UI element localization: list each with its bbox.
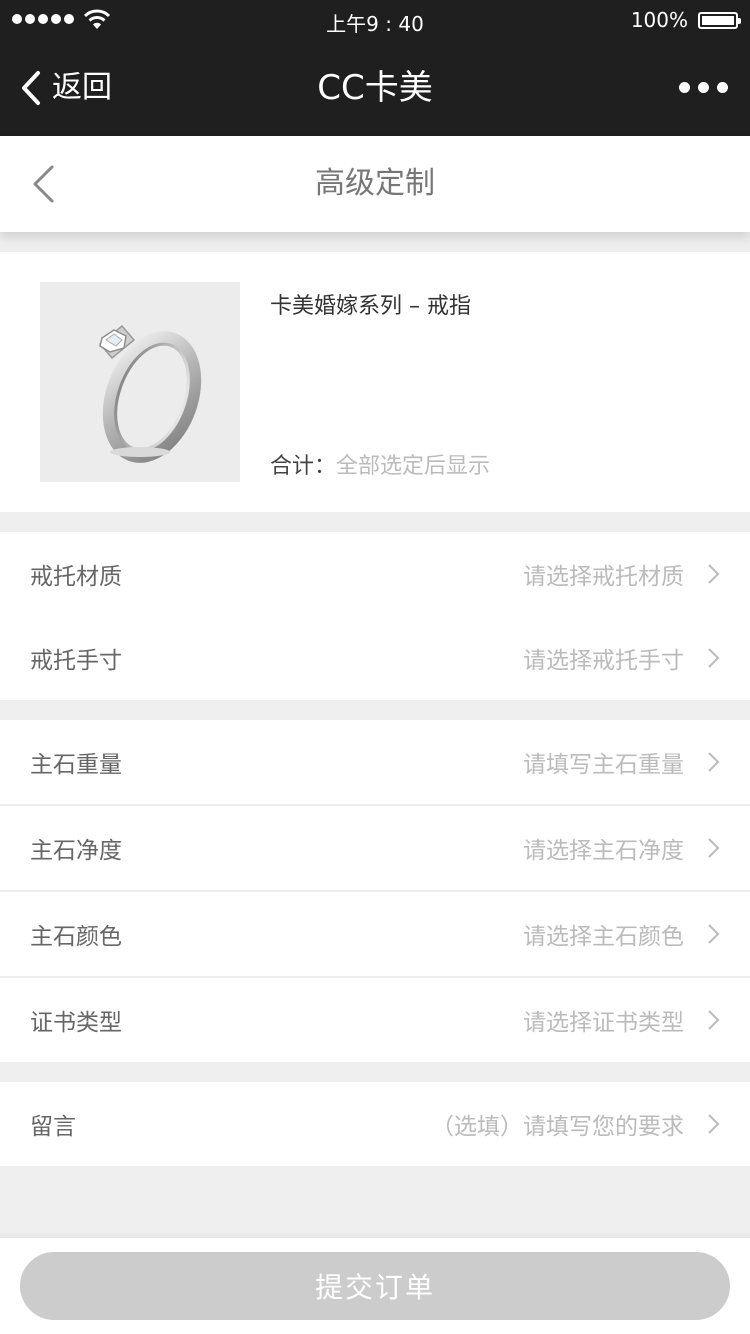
ring-image — [98, 324, 202, 463]
chevron-right-icon — [708, 648, 720, 668]
chevron-right-icon — [708, 752, 720, 772]
message-group: 留言 （选填）请填写您的要求 — [0, 1082, 750, 1166]
option-placeholder: （选填）请填写您的要求 — [431, 1114, 684, 1140]
option-label: 主石颜色 — [30, 924, 122, 950]
chevron-right-icon — [708, 1010, 720, 1030]
option-row-stone-clarity[interactable]: 主石净度 请选择主石净度 — [0, 806, 750, 892]
option-row-stone-weight[interactable]: 主石重量 请填写主石重量 — [0, 720, 750, 806]
option-label: 戒托手寸 — [30, 648, 122, 674]
more-options-icon[interactable] — [679, 82, 728, 93]
product-card: 卡美婚嫁系列 – 戒指 合计：全部选定后显示 — [0, 252, 750, 512]
chevron-right-icon — [708, 1114, 720, 1134]
option-label: 戒托材质 — [30, 564, 122, 590]
battery-icon — [698, 12, 741, 29]
option-placeholder: 请选择戒托手寸 — [523, 648, 684, 674]
option-label: 主石重量 — [30, 752, 122, 778]
stone-options-group: 主石重量 请填写主石重量 主石净度 请选择主石净度 主石颜色 请选择主石颜色 证… — [0, 720, 750, 1062]
total-value: 全部选定后显示 — [336, 454, 491, 479]
option-placeholder: 请填写主石重量 — [523, 752, 684, 778]
option-label: 留言 — [30, 1114, 76, 1140]
option-row-message[interactable]: 留言 （选填）请填写您的要求 — [0, 1082, 750, 1166]
option-row-setting-material[interactable]: 戒托材质 请选择戒托材质 — [0, 532, 750, 616]
option-row-stone-color[interactable]: 主石颜色 请选择主石颜色 — [0, 892, 750, 978]
option-placeholder: 请选择主石净度 — [523, 838, 684, 864]
option-row-certificate-type[interactable]: 证书类型 请选择证书类型 — [0, 978, 750, 1062]
nav-title: CC卡美 — [317, 68, 433, 108]
page-title: 高级定制 — [315, 166, 435, 201]
chevron-right-icon — [708, 924, 720, 944]
option-row-ring-size[interactable]: 戒托手寸 请选择戒托手寸 — [0, 616, 750, 700]
product-image — [40, 282, 240, 482]
status-bar: 上午9 : 40 100% — [0, 0, 750, 40]
product-name: 卡美婚嫁系列 – 戒指 — [270, 294, 471, 319]
submit-order-button[interactable]: 提交订单 — [20, 1252, 730, 1320]
total-label: 合计： — [270, 454, 337, 479]
setting-options-group: 戒托材质 请选择戒托材质 戒托手寸 请选择戒托手寸 — [0, 532, 750, 700]
option-label: 主石净度 — [30, 838, 122, 864]
product-total: 合计：全部选定后显示 — [270, 448, 490, 480]
page-header: 高级定制 — [0, 136, 750, 232]
option-placeholder: 请选择戒托材质 — [523, 564, 684, 590]
chevron-right-icon — [708, 564, 720, 584]
bottom-bar: 提交订单 — [0, 1238, 750, 1334]
battery-percentage: 100% — [630, 8, 688, 32]
nav-bar: 返回 CC卡美 — [0, 40, 750, 136]
option-placeholder: 请选择主石颜色 — [523, 924, 684, 950]
option-placeholder: 请选择证书类型 — [523, 1010, 684, 1036]
chevron-right-icon — [708, 838, 720, 858]
option-label: 证书类型 — [30, 1010, 122, 1036]
